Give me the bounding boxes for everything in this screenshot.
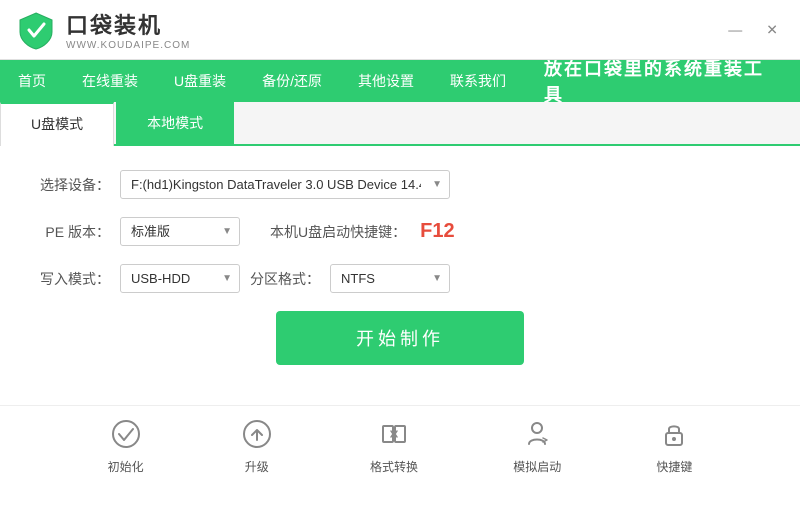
simulate-icon bbox=[519, 416, 555, 452]
tool-format[interactable]: 格式转换 bbox=[370, 416, 418, 475]
pe-label: PE 版本： bbox=[40, 222, 110, 242]
device-select-wrapper: F:(hd1)Kingston DataTraveler 3.0 USB Dev… bbox=[120, 170, 450, 199]
write-select-wrapper: USB-HDD bbox=[120, 264, 240, 293]
bottom-tools: 初始化 升级 格式转换 bbox=[0, 405, 800, 485]
nav-item-settings[interactable]: 其他设置 bbox=[340, 60, 432, 102]
lock-icon bbox=[656, 416, 692, 452]
nav-bar: 首页 在线重装 U盘重装 备份/还原 其他设置 联系我们 放在口袋里的系统重装工… bbox=[0, 60, 800, 102]
tool-simulate-label: 模拟启动 bbox=[513, 458, 561, 475]
content-area: U盘模式 本地模式 选择设备： F:(hd1)Kingston DataTrav… bbox=[0, 102, 800, 510]
form-area: 选择设备： F:(hd1)Kingston DataTraveler 3.0 U… bbox=[0, 146, 800, 405]
partition-label: 分区格式： bbox=[250, 269, 320, 289]
window-controls: — ✕ bbox=[722, 19, 784, 40]
pe-select-wrapper: 标准版 bbox=[120, 217, 240, 246]
title-bar: 口袋装机 WWW.KOUDAIPE.COM — ✕ bbox=[0, 0, 800, 60]
tab-bar: U盘模式 本地模式 bbox=[0, 102, 800, 146]
app-url: WWW.KOUDAIPE.COM bbox=[66, 40, 190, 51]
tool-init-label: 初始化 bbox=[108, 458, 144, 475]
nav-item-contact[interactable]: 联系我们 bbox=[432, 60, 524, 102]
device-label: 选择设备： bbox=[40, 175, 110, 195]
write-select[interactable]: USB-HDD bbox=[120, 264, 240, 293]
tool-upgrade[interactable]: 升级 bbox=[239, 416, 275, 475]
nav-tagline: 放在口袋里的系统重装工具 bbox=[524, 60, 800, 102]
logo-text-area: 口袋装机 WWW.KOUDAIPE.COM bbox=[66, 8, 190, 51]
tab-local-mode[interactable]: 本地模式 bbox=[116, 102, 234, 144]
nav-item-online-reinstall[interactable]: 在线重装 bbox=[64, 60, 156, 102]
nav-item-backup[interactable]: 备份/还原 bbox=[244, 60, 340, 102]
close-button[interactable]: ✕ bbox=[760, 19, 784, 40]
pe-select[interactable]: 标准版 bbox=[120, 217, 240, 246]
tool-init[interactable]: 初始化 bbox=[108, 416, 144, 475]
upload-icon bbox=[239, 416, 275, 452]
tool-shortcut-label: 快捷键 bbox=[656, 458, 692, 475]
tool-upgrade-label: 升级 bbox=[245, 458, 269, 475]
format-icon bbox=[376, 416, 412, 452]
logo-area: 口袋装机 WWW.KOUDAIPE.COM bbox=[16, 8, 190, 51]
tool-format-label: 格式转换 bbox=[370, 458, 418, 475]
write-row: 写入模式： USB-HDD 分区格式： NTFS bbox=[40, 264, 760, 293]
write-label: 写入模式： bbox=[40, 269, 110, 289]
tab-usb-mode[interactable]: U盘模式 bbox=[0, 102, 114, 146]
partition-select-wrapper: NTFS bbox=[330, 264, 450, 293]
tool-shortcut[interactable]: 快捷键 bbox=[656, 416, 692, 475]
shortcut-key: F12 bbox=[420, 220, 454, 243]
partition-select[interactable]: NTFS bbox=[330, 264, 450, 293]
nav-item-usb-reinstall[interactable]: U盘重装 bbox=[156, 60, 244, 102]
start-button[interactable]: 开始制作 bbox=[276, 311, 524, 365]
shortcut-label: 本机U盘启动快捷键： bbox=[270, 222, 406, 242]
nav-items: 首页 在线重装 U盘重装 备份/还原 其他设置 联系我们 bbox=[0, 60, 524, 102]
device-row: 选择设备： F:(hd1)Kingston DataTraveler 3.0 U… bbox=[40, 170, 760, 199]
start-button-wrap: 开始制作 bbox=[40, 311, 760, 365]
device-select[interactable]: F:(hd1)Kingston DataTraveler 3.0 USB Dev… bbox=[120, 170, 450, 199]
minimize-button[interactable]: — bbox=[722, 20, 748, 40]
pe-row: PE 版本： 标准版 本机U盘启动快捷键： F12 bbox=[40, 217, 760, 246]
app-title: 口袋装机 bbox=[66, 8, 190, 40]
logo-icon bbox=[16, 10, 56, 50]
tool-simulate[interactable]: 模拟启动 bbox=[513, 416, 561, 475]
check-circle-icon bbox=[108, 416, 144, 452]
nav-item-home[interactable]: 首页 bbox=[0, 60, 64, 102]
